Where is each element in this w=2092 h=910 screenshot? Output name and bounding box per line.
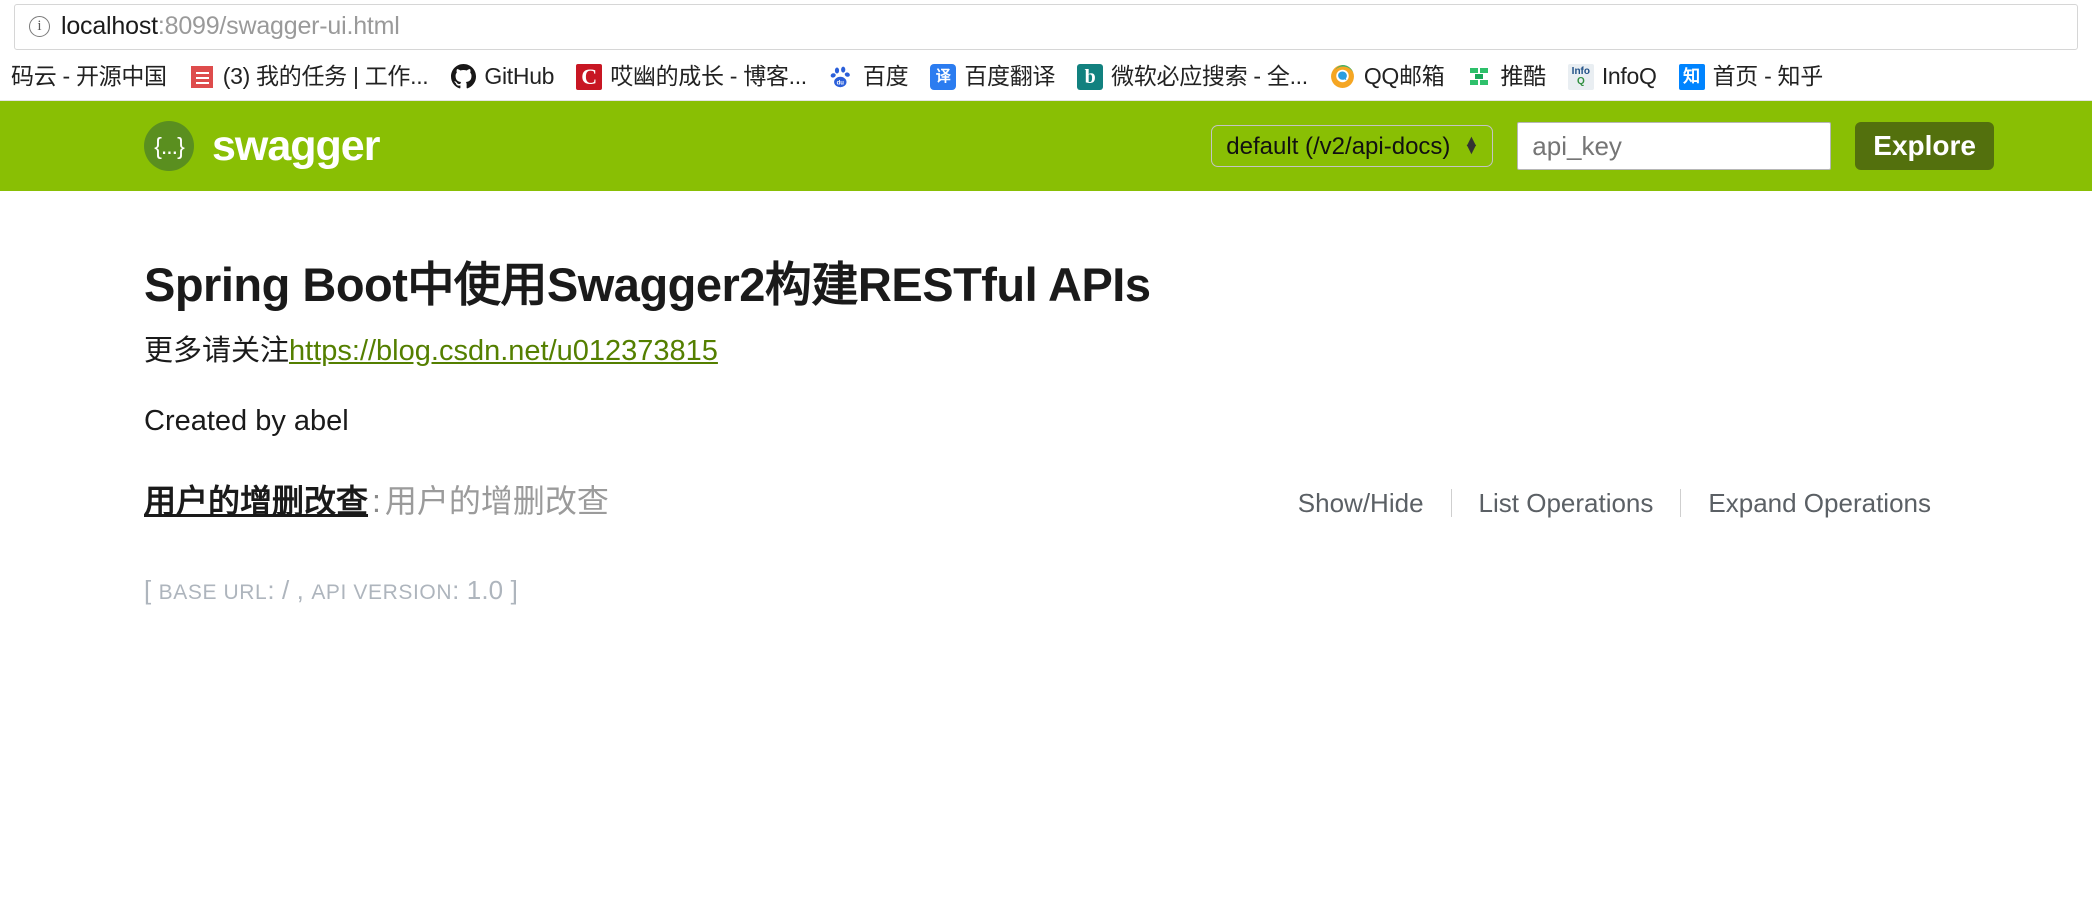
bookmark-zhihu[interactable]: 知 首页 - 知乎 — [1668, 61, 1834, 93]
bookmark-baidu[interactable]: du 百度 — [818, 61, 919, 93]
list-operations-link[interactable]: List Operations — [1452, 489, 1681, 518]
tuiku-favicon-icon — [1466, 63, 1493, 90]
api-footer: [ BASE URL: / , API VERSION: 1.0 ] — [98, 575, 1994, 606]
swagger-brand[interactable]: {...} swagger — [144, 121, 380, 171]
qqmail-favicon-icon — [1329, 63, 1356, 90]
base-url-select[interactable]: default (/v2/api-docs) — [1211, 125, 1494, 167]
bing-favicon-icon: b — [1077, 63, 1104, 90]
github-favicon-icon — [450, 63, 477, 90]
bookmark-label: 哎幽的成长 - 博客... — [610, 63, 807, 89]
resource-description: 用户的增删改查 — [384, 483, 609, 520]
task-favicon-icon — [188, 63, 215, 90]
browser-chrome: i localhost:8099/swagger-ui.html 码云 - 开源… — [0, 0, 2092, 101]
bookmark-csdn-blog[interactable]: C 哎幽的成长 - 博客... — [565, 61, 818, 93]
api-contact: Created by abel — [144, 404, 349, 437]
explore-button[interactable]: Explore — [1855, 122, 1994, 170]
zhihu-favicon-icon: 知 — [1678, 63, 1705, 90]
bookmark-label: InfoQ — [1601, 63, 1657, 89]
swagger-header-bar: {...} swagger default (/v2/api-docs) ▲ ▼ … — [0, 101, 2092, 191]
footer-comma: , — [296, 574, 304, 605]
swagger-logo-icon: {...} — [144, 121, 194, 171]
base-url-select-wrapper[interactable]: default (/v2/api-docs) ▲ ▼ — [1211, 125, 1494, 167]
swagger-wordmark: swagger — [212, 121, 380, 170]
show-hide-link[interactable]: Show/Hide — [1271, 489, 1451, 518]
bookmark-label: (3) 我的任务 | 工作... — [222, 63, 429, 89]
resource-separator: : — [372, 483, 381, 520]
api-description-prefix: 更多请关注 — [144, 334, 290, 367]
api-description-link[interactable]: https://blog.csdn.net/u012373815 — [289, 335, 718, 367]
footer-base-url-label: BASE URL — [158, 580, 268, 604]
bookmark-bing[interactable]: b 微软必应搜索 - 全... — [1066, 61, 1319, 93]
bookmark-label: 百度 — [862, 63, 909, 89]
csdn-favicon-icon: C — [576, 63, 603, 90]
url-path: :8099/swagger-ui.html — [157, 12, 400, 40]
api-info-block: Spring Boot中使用Swagger2构建RESTful APIs 更多请… — [98, 191, 1994, 439]
infoq-favicon-icon: Info Q — [1567, 63, 1594, 90]
bookmark-label: QQ邮箱 — [1363, 63, 1445, 89]
bookmark-my-tasks[interactable]: (3) 我的任务 | 工作... — [178, 61, 440, 93]
api-description: 更多请关注https://blog.csdn.net/u012373815 — [144, 333, 1994, 369]
bookmark-label: 推酷 — [1500, 63, 1546, 89]
bookmark-qq-mail[interactable]: QQ邮箱 — [1319, 61, 1456, 93]
swagger-body: Spring Boot中使用Swagger2构建RESTful APIs 更多请… — [0, 191, 2092, 606]
resource-options: Show/Hide List Operations Expand Operati… — [1271, 489, 1958, 518]
resource-row: 用户的增删改查: 用户的增删改查 Show/Hide List Operation… — [98, 481, 1994, 523]
resource-heading: 用户的增删改查: 用户的增删改查 — [144, 481, 609, 523]
footer-base-url-value: / — [282, 574, 290, 605]
bookmarks-bar: 码云 - 开源中国 (3) 我的任务 | 工作... GitHub C 哎幽的成… — [0, 53, 2092, 101]
baidu-fanyi-favicon-icon: 译 — [930, 63, 957, 90]
footer-colon-2: : — [452, 574, 460, 605]
baidu-favicon-icon: du — [828, 63, 855, 90]
url-text: localhost:8099/swagger-ui.html — [61, 12, 400, 41]
footer-close-bracket: ] — [510, 574, 518, 605]
bookmark-label: 首页 - 知乎 — [1712, 63, 1824, 89]
footer-colon-1: : — [267, 574, 275, 605]
bookmark-gitee[interactable]: 码云 - 开源中国 — [0, 62, 178, 91]
resource-list: 用户的增删改查: 用户的增删改查 Show/Hide List Operation… — [98, 481, 1994, 523]
bookmark-label: 微软必应搜索 - 全... — [1111, 63, 1308, 89]
api-key-input[interactable] — [1517, 122, 1832, 170]
bookmark-label: GitHub — [484, 63, 555, 89]
address-bar[interactable]: i localhost:8099/swagger-ui.html — [14, 3, 2078, 50]
swagger-api-tools: default (/v2/api-docs) ▲▼ Explore — [1211, 122, 1994, 170]
bookmark-baidu-fanyi[interactable]: 译 百度翻译 — [919, 61, 1066, 93]
expand-operations-link[interactable]: Expand Operations — [1681, 489, 1958, 518]
bookmark-infoq[interactable]: Info Q InfoQ — [1557, 61, 1668, 93]
bookmark-label: 码云 - 开源中国 — [11, 63, 167, 89]
api-title: Spring Boot中使用Swagger2构建RESTful APIs — [144, 258, 1151, 311]
footer-api-version-label: API VERSION — [311, 580, 453, 604]
url-host: localhost — [61, 12, 158, 40]
footer-api-version-value: 1.0 — [466, 574, 504, 605]
svg-text:du: du — [837, 80, 845, 86]
info-circle-icon[interactable]: i — [29, 16, 50, 37]
omnibox-row: i localhost:8099/swagger-ui.html — [0, 0, 2092, 53]
bookmark-tuicool[interactable]: 推酷 — [1455, 61, 1556, 93]
bookmark-github[interactable]: GitHub — [439, 61, 565, 93]
resource-name-link[interactable]: 用户的增删改查 — [144, 483, 368, 519]
footer-open-bracket: [ — [144, 574, 152, 605]
bookmark-label: 百度翻译 — [964, 63, 1056, 89]
